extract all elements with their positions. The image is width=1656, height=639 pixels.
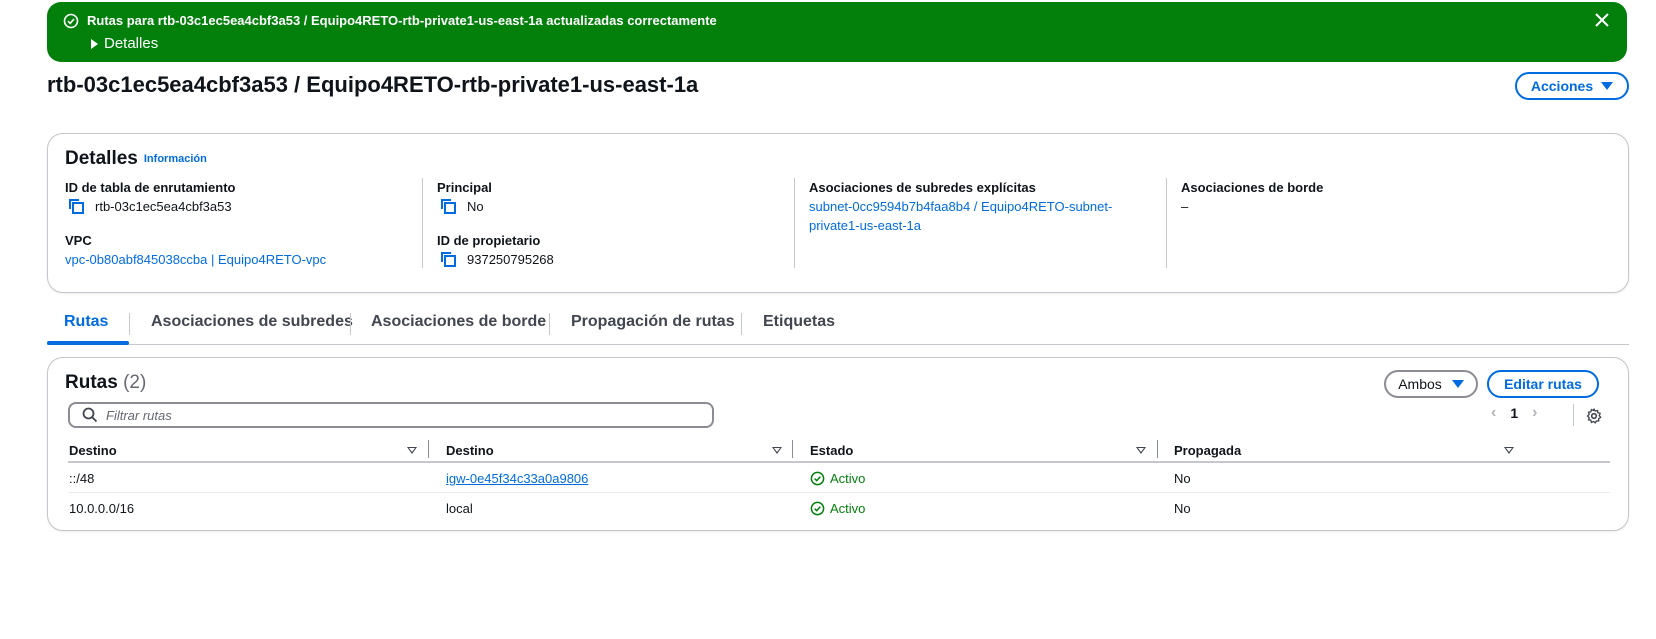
route-table-id-text: rtb-03c1ec5ea4cbf3a53 bbox=[95, 199, 232, 214]
route-target-link[interactable]: igw-0e45f34c33a0a9806 bbox=[446, 471, 588, 486]
close-icon[interactable] bbox=[1593, 11, 1611, 29]
flash-details-label: Detalles bbox=[104, 35, 159, 52]
subnet-assoc-label: Asociaciones de subredes explícitas bbox=[809, 180, 1036, 195]
sort-icon[interactable] bbox=[1504, 447, 1514, 454]
caret-down-icon bbox=[1601, 82, 1614, 90]
routes-panel: Rutas (2) Ambos Editar rutas ‹ 1 › Desti… bbox=[47, 357, 1629, 531]
tab-subnet-associations[interactable]: Asociaciones de subredes bbox=[151, 313, 353, 331]
sort-icon[interactable] bbox=[1136, 447, 1146, 454]
column-header-target[interactable]: Destino bbox=[446, 443, 494, 458]
column-divider bbox=[794, 178, 795, 268]
column-resizer[interactable] bbox=[792, 440, 793, 458]
route-status-text: Activo bbox=[830, 501, 866, 516]
route-target: local bbox=[446, 501, 473, 516]
flash-message: Rutas para rtb-03c1ec5ea4cbf3a53 / Equip… bbox=[87, 13, 717, 28]
tab-rutas[interactable]: Rutas bbox=[64, 313, 108, 331]
copy-icon[interactable] bbox=[440, 198, 457, 215]
route-table-id-label: ID de tabla de enrutamiento bbox=[65, 180, 236, 195]
details-heading-text: Detalles bbox=[65, 148, 138, 169]
route-filter-dropdown[interactable]: Ambos bbox=[1384, 370, 1478, 398]
actions-label: Acciones bbox=[1530, 78, 1594, 94]
copy-icon[interactable] bbox=[68, 198, 85, 215]
page-title: rtb-03c1ec5ea4cbf3a53 / Equipo4RETO-rtb-… bbox=[47, 72, 699, 97]
column-divider bbox=[1166, 178, 1167, 268]
pagination: ‹ 1 › bbox=[1491, 404, 1537, 422]
current-page[interactable]: 1 bbox=[1510, 405, 1518, 421]
sort-icon[interactable] bbox=[407, 447, 417, 454]
check-circle-icon bbox=[810, 501, 825, 516]
owner-id-value: 937250795268 bbox=[440, 251, 554, 268]
edit-routes-button[interactable]: Editar rutas bbox=[1487, 370, 1599, 398]
tab-separator bbox=[129, 313, 130, 335]
edge-assoc-value: – bbox=[1181, 199, 1189, 214]
actions-button[interactable]: Acciones bbox=[1515, 72, 1629, 100]
route-status: Activo bbox=[810, 471, 865, 486]
table-row[interactable]: ::/48 igw-0e45f34c33a0a9806 Activo No bbox=[68, 463, 1610, 493]
owner-id-text: 937250795268 bbox=[467, 252, 554, 267]
edit-routes-label: Editar rutas bbox=[1504, 376, 1582, 392]
check-circle-icon bbox=[63, 13, 79, 29]
next-page-icon[interactable]: › bbox=[1532, 404, 1537, 422]
main-value: No bbox=[440, 198, 484, 215]
vpc-link[interactable]: vpc-0b80abf845038ccba | Equipo4RETO-vpc bbox=[65, 252, 326, 267]
main-label: Principal bbox=[437, 180, 492, 195]
table-row[interactable]: 10.0.0.0/16 local Activo No bbox=[68, 493, 1610, 523]
table-header: Destino Destino Estado Propagada bbox=[68, 436, 1610, 463]
check-circle-icon bbox=[810, 471, 825, 486]
subnet-assoc-link[interactable]: subnet-0cc9594b7b4faa8b4 / Equipo4RETO-s… bbox=[809, 199, 1112, 214]
column-resizer[interactable] bbox=[1157, 440, 1158, 458]
edge-assoc-label: Asociaciones de borde bbox=[1181, 180, 1324, 195]
vpc-label: VPC bbox=[65, 233, 92, 248]
tab-separator bbox=[549, 313, 550, 335]
gear-icon[interactable] bbox=[1586, 408, 1602, 424]
column-resizer[interactable] bbox=[428, 440, 429, 458]
routes-table: Destino Destino Estado Propagada ::/48 i… bbox=[68, 436, 1610, 523]
copy-icon[interactable] bbox=[440, 251, 457, 268]
success-flash-banner: Rutas para rtb-03c1ec5ea4cbf3a53 / Equip… bbox=[47, 2, 1627, 62]
pagination-divider bbox=[1573, 404, 1574, 426]
routes-count: (2) bbox=[123, 372, 147, 393]
routes-heading: Rutas (2) bbox=[65, 372, 146, 394]
main-text: No bbox=[467, 199, 484, 214]
caret-down-icon bbox=[1451, 380, 1464, 388]
details-heading: Detalles Información bbox=[65, 148, 207, 170]
owner-id-label: ID de propietario bbox=[437, 233, 541, 248]
tab-separator bbox=[350, 313, 351, 335]
column-header-status[interactable]: Estado bbox=[810, 443, 853, 458]
route-search-input[interactable] bbox=[106, 407, 686, 423]
route-status-text: Activo bbox=[830, 471, 866, 486]
column-header-propagated[interactable]: Propagada bbox=[1174, 443, 1241, 458]
route-filter-label: Ambos bbox=[1398, 376, 1442, 392]
tab-route-propagation[interactable]: Propagación de rutas bbox=[571, 313, 735, 331]
subnet-assoc-link-cont[interactable]: private1-us-east-1a bbox=[809, 218, 921, 233]
route-table-id-value: rtb-03c1ec5ea4cbf3a53 bbox=[68, 198, 232, 215]
tab-separator bbox=[741, 313, 742, 335]
tab-bar: Rutas Asociaciones de subredes Asociacio… bbox=[47, 305, 1629, 345]
caret-right-icon bbox=[91, 38, 98, 49]
route-propagated: No bbox=[1174, 471, 1191, 486]
route-search-box[interactable] bbox=[68, 402, 714, 428]
active-tab-indicator bbox=[47, 341, 129, 345]
routes-heading-text: Rutas bbox=[65, 372, 118, 393]
column-divider bbox=[422, 178, 423, 268]
column-header-destination[interactable]: Destino bbox=[69, 443, 117, 458]
route-propagated: No bbox=[1174, 501, 1191, 516]
flash-details-toggle[interactable]: Detalles bbox=[91, 35, 158, 52]
tab-edge-associations[interactable]: Asociaciones de borde bbox=[371, 313, 546, 331]
tab-tags[interactable]: Etiquetas bbox=[763, 313, 835, 331]
route-destination: ::/48 bbox=[69, 471, 95, 486]
details-panel: Detalles Información ID de tabla de enrut… bbox=[47, 133, 1629, 293]
route-destination: 10.0.0.0/16 bbox=[69, 501, 135, 516]
route-status: Activo bbox=[810, 501, 865, 516]
search-icon bbox=[82, 407, 98, 423]
info-link[interactable]: Información bbox=[144, 153, 207, 165]
prev-page-icon[interactable]: ‹ bbox=[1491, 404, 1496, 422]
sort-icon[interactable] bbox=[772, 447, 782, 454]
